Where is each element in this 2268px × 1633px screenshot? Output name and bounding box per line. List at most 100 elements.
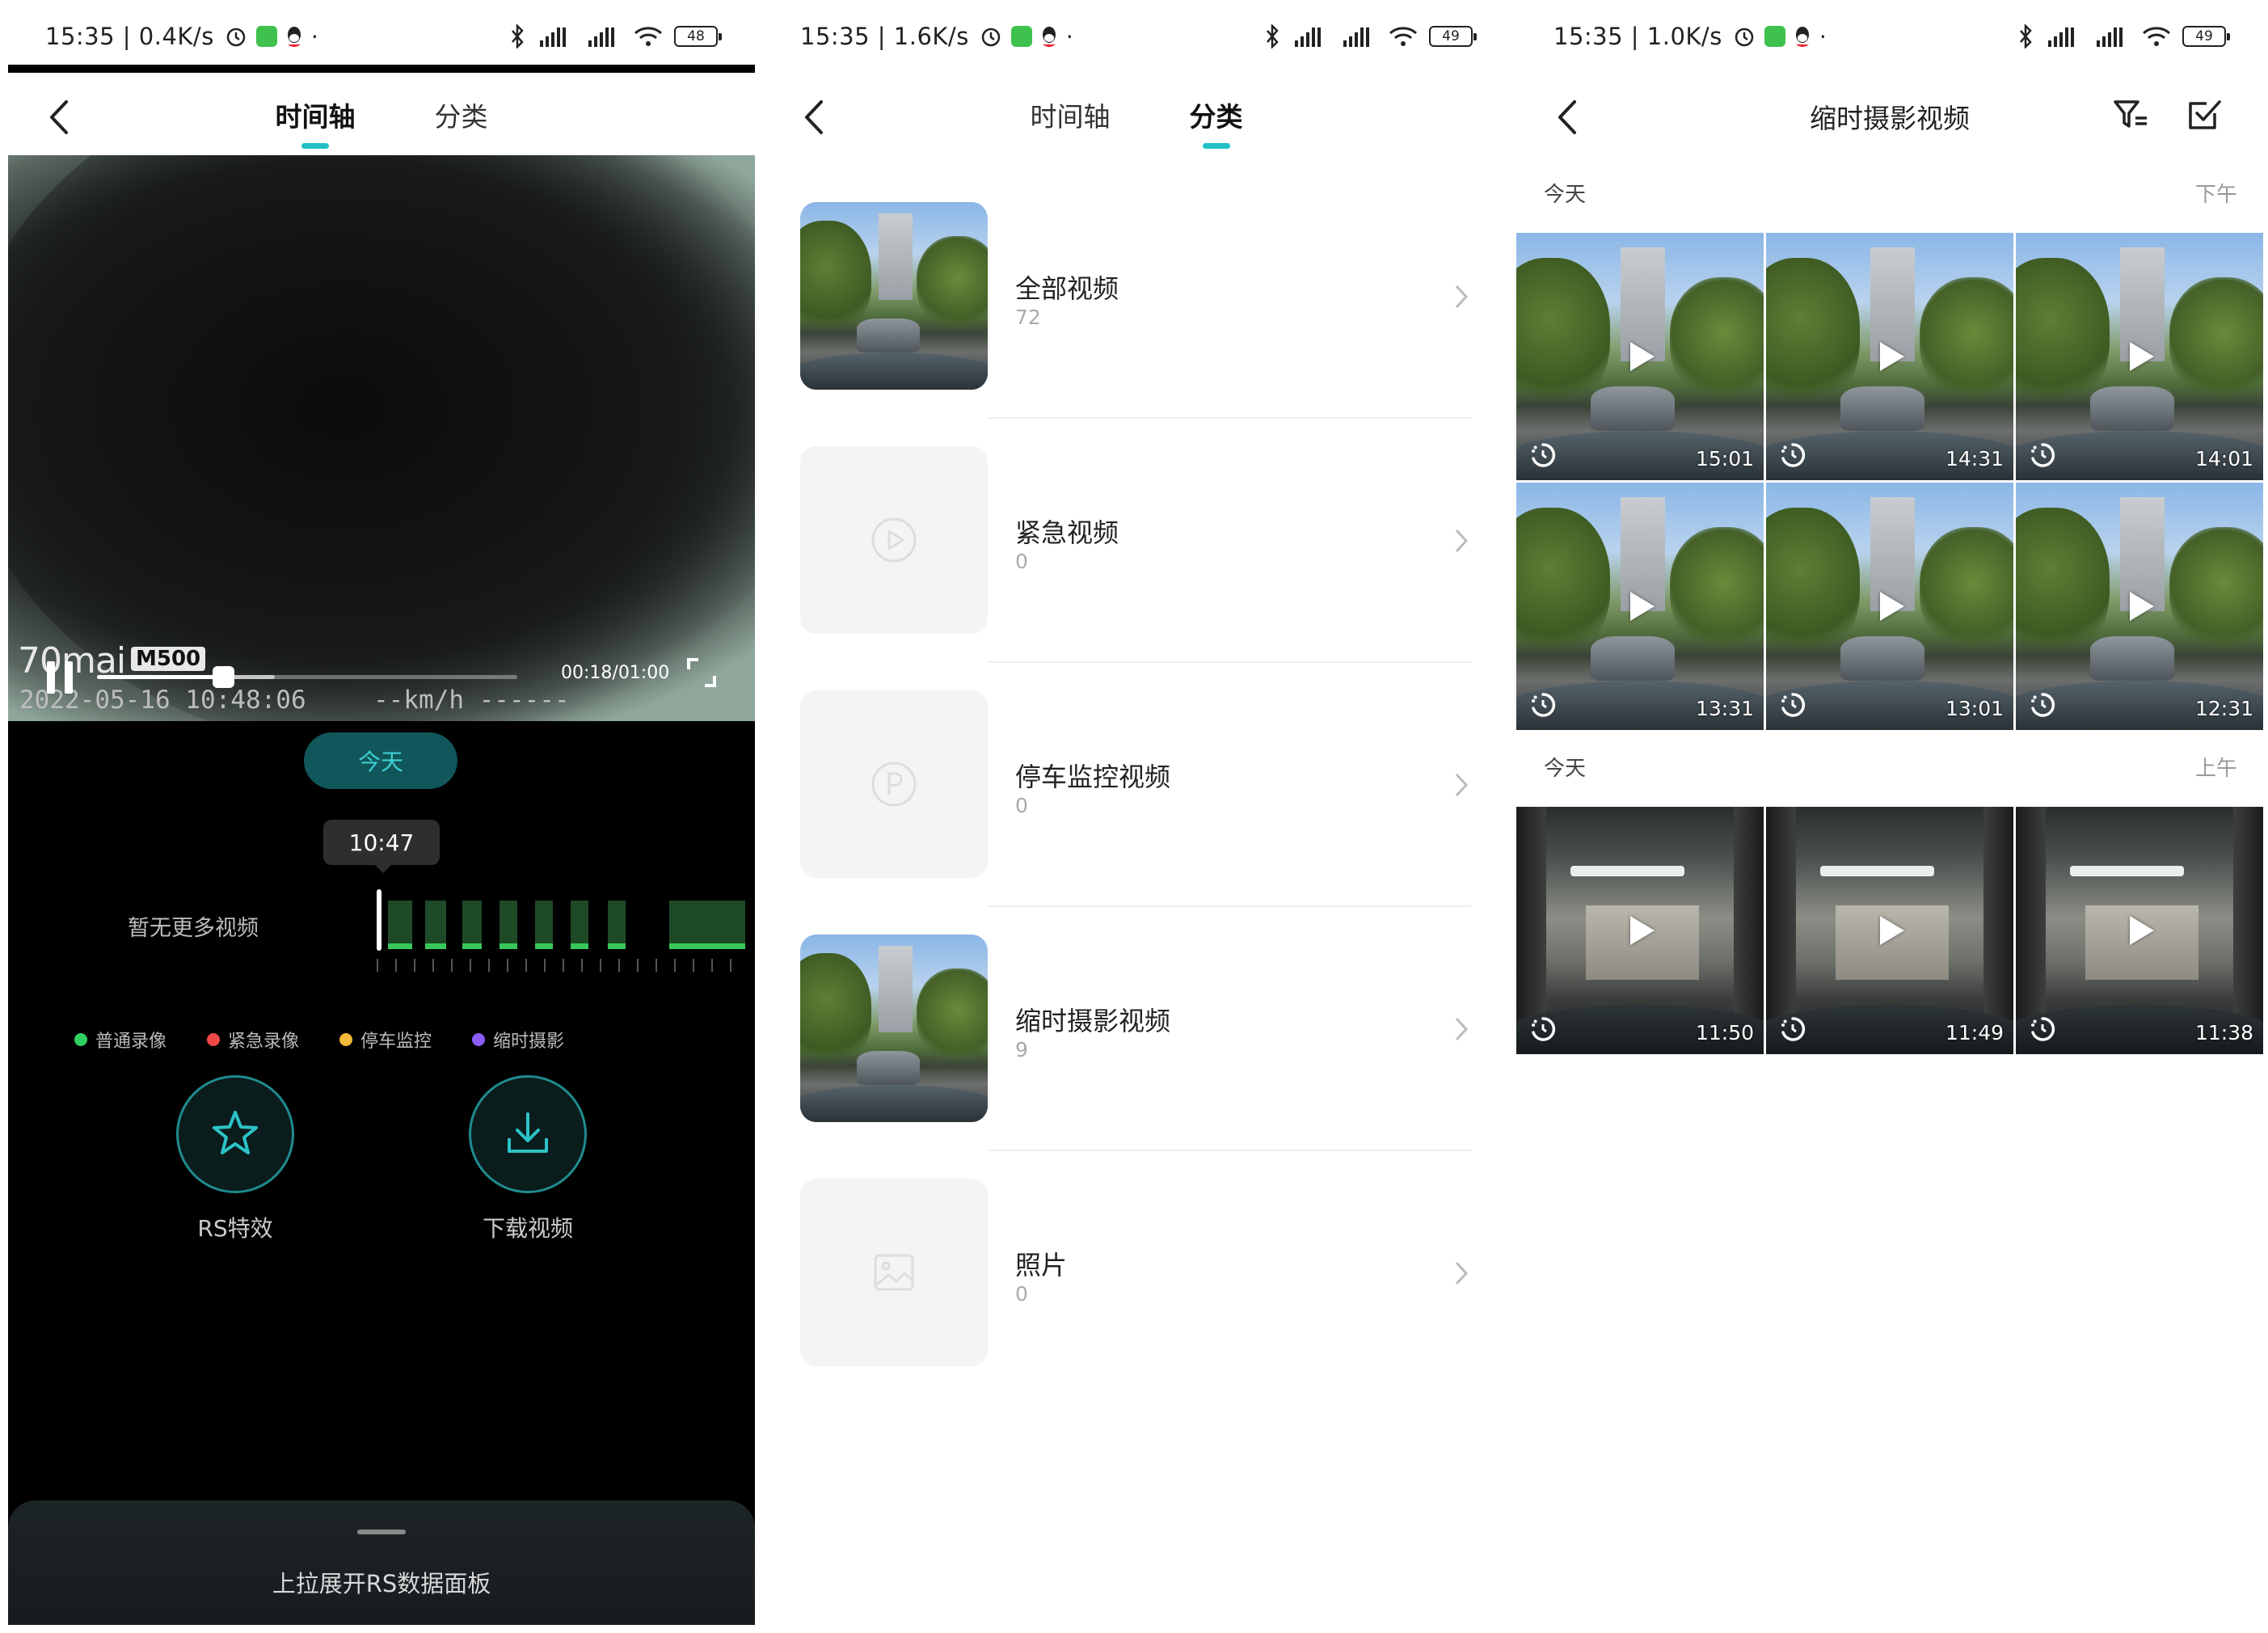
signal-icon: [2048, 27, 2074, 47]
timeline-segment[interactable]: [571, 901, 588, 949]
battery-icon: 48: [674, 26, 722, 47]
no-more-videos-text: 暂无更多视频: [128, 916, 259, 941]
timeline-segment[interactable]: [462, 901, 482, 949]
chevron-right-icon: [1455, 529, 1469, 553]
download-icon: [508, 1112, 548, 1153]
category-timelapse-videos[interactable]: 缩时摄影视频 9: [800, 935, 1471, 1177]
play-circle-icon: [871, 517, 917, 563]
play-icon[interactable]: [2130, 342, 2154, 371]
category-thumbnail: [800, 935, 988, 1122]
legend-parking: 停车监控: [339, 1027, 432, 1053]
download-video-button[interactable]: [469, 1075, 587, 1193]
section-period: 下午: [2194, 183, 2237, 207]
seek-handle[interactable]: [213, 666, 234, 688]
play-icon[interactable]: [1630, 342, 1655, 371]
section-header: 今天 下午: [1544, 178, 2237, 208]
top-nav: 时间轴 分类: [763, 73, 1510, 162]
video-thumbnail[interactable]: 11:38: [2016, 807, 2263, 1054]
category-screen: 15:35 | 1.6K/s · 49 时间轴 分类 全部视频 72 紧急视频 …: [763, 8, 1510, 1625]
timelapse-icon: [1781, 693, 1806, 717]
timeline-segment[interactable]: [608, 901, 626, 949]
status-bar: 15:35 | 1.0K/s · 49: [1516, 8, 2263, 65]
video-thumbnail[interactable]: 13:01: [1766, 483, 2013, 730]
rs-effect-button[interactable]: [176, 1075, 294, 1193]
signal-icon-2: [1343, 27, 1369, 47]
play-icon[interactable]: [1630, 592, 1655, 621]
bluetooth-icon: [1267, 24, 1279, 49]
video-time: 11:49: [1945, 1021, 2004, 1044]
play-icon[interactable]: [1880, 916, 1904, 945]
category-thumbnail: [800, 1179, 988, 1366]
top-nav: 缩时摄影视频: [1516, 73, 2263, 162]
pause-button[interactable]: [47, 661, 73, 694]
timelapse-icon: [1781, 1017, 1806, 1041]
play-icon[interactable]: [2130, 916, 2154, 945]
legend-timelapse: 缩时摄影: [472, 1027, 564, 1053]
video-time: 13:01: [1945, 697, 2004, 720]
wifi-icon: [1389, 27, 1417, 46]
timelapse-icon: [1532, 693, 1556, 717]
timelapse-icon: [1781, 443, 1806, 467]
drag-handle[interactable]: [357, 1530, 406, 1534]
timelapse-icon: [2031, 693, 2055, 717]
download-video-label: 下载视频: [482, 1215, 573, 1242]
category-photos[interactable]: 照片 0: [800, 1179, 1471, 1421]
category-all-videos[interactable]: 全部视频 72: [800, 202, 1471, 445]
rs-data-panel[interactable]: 上拉展开RS数据面板: [8, 1500, 755, 1625]
seek-bar[interactable]: [97, 666, 517, 688]
legend-dot-normal: [74, 1033, 87, 1046]
legend-dot-emergency: [207, 1033, 221, 1046]
dashcam-thumbnail: [800, 202, 988, 390]
tab-timeline[interactable]: 时间轴: [276, 95, 356, 149]
image-icon: [874, 1254, 914, 1291]
category-count: 72: [1015, 306, 1041, 329]
tab-category[interactable]: 分类: [1190, 95, 1243, 149]
video-thumbnail[interactable]: 14:31: [1766, 233, 2013, 480]
play-icon[interactable]: [1630, 916, 1655, 945]
filter-icon[interactable]: [2111, 95, 2150, 134]
category-thumbnail: [800, 690, 988, 878]
category-parking-videos[interactable]: 停车监控视频 0: [800, 690, 1471, 933]
timelapse-icon: [1532, 443, 1556, 467]
status-time: 15:35 | 1.0K/s: [1553, 23, 1722, 50]
page-title: 缩时摄影视频: [1810, 103, 1970, 134]
video-thumbnail[interactable]: 14:01: [2016, 233, 2263, 480]
section-period: 上午: [2194, 757, 2237, 781]
legend-emergency: 紧急录像: [207, 1027, 299, 1053]
category-thumbnail: [800, 446, 988, 634]
timeline-time-label: 10:47: [323, 820, 440, 873]
category-emergency-videos[interactable]: 紧急视频 0: [800, 446, 1471, 689]
timelapse-icon: [1532, 1017, 1556, 1041]
fullscreen-icon[interactable]: [685, 656, 718, 689]
wechat-icon: [1010, 26, 1032, 47]
play-icon[interactable]: [1880, 342, 1904, 371]
play-icon[interactable]: [1880, 592, 1904, 621]
video-time: 11:38: [2194, 1021, 2253, 1044]
tab-category[interactable]: 分类: [435, 95, 488, 149]
video-thumbnail[interactable]: 15:01: [1516, 233, 1764, 480]
video-player[interactable]: 70mai M500 2022-05-16 10:48:06 --km/h --…: [8, 155, 755, 721]
timeline-segment[interactable]: [500, 901, 517, 949]
signal-icon-2: [2097, 27, 2123, 47]
top-nav: 时间轴 分类: [8, 73, 755, 162]
section-day: 今天: [1544, 183, 1587, 207]
rs-effect-label: RS特效: [197, 1215, 273, 1242]
select-icon[interactable]: [2184, 95, 2223, 134]
wifi-icon: [634, 27, 662, 46]
category-name: 全部视频: [1015, 273, 1119, 304]
timeline-ticks: [377, 959, 748, 972]
play-icon[interactable]: [2130, 592, 2154, 621]
video-thumbnail[interactable]: 12:31: [2016, 483, 2263, 730]
timeline-segment[interactable]: [388, 901, 412, 949]
timelapse-icon: [2031, 443, 2055, 467]
timeline-segment[interactable]: [535, 901, 553, 949]
timeline-segment[interactable]: [425, 901, 446, 949]
timeline-segment[interactable]: [669, 901, 745, 949]
timeline-track[interactable]: [377, 889, 748, 978]
video-thumbnail[interactable]: 13:31: [1516, 483, 1764, 730]
more-notify-dot: ·: [310, 23, 318, 50]
video-thumbnail[interactable]: 11:49: [1766, 807, 2013, 1054]
tab-timeline[interactable]: 时间轴: [1031, 95, 1111, 149]
today-button[interactable]: 今天: [304, 732, 457, 789]
video-thumbnail[interactable]: 11:50: [1516, 807, 1764, 1054]
